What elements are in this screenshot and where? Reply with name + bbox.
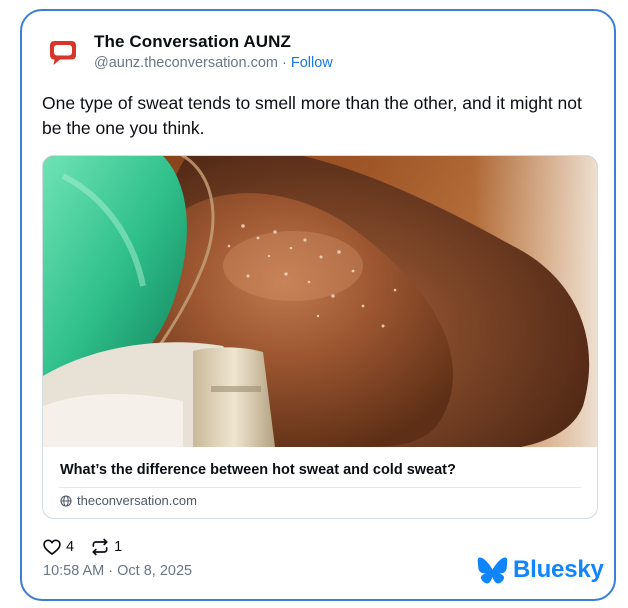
speech-bubble-logo-icon[interactable] bbox=[43, 33, 83, 73]
follow-link[interactable]: Follow bbox=[291, 55, 333, 71]
bluesky-brand-link[interactable]: Bluesky bbox=[477, 556, 604, 584]
repost-icon bbox=[92, 538, 108, 556]
repost-count: 1 bbox=[114, 539, 123, 555]
globe-icon bbox=[60, 494, 72, 507]
link-preview-domain-row: theconversation.com bbox=[60, 493, 197, 508]
heart-icon bbox=[43, 539, 61, 555]
handle-separator: · bbox=[277, 55, 291, 71]
author-handle[interactable]: @aunz.theconversation.com bbox=[94, 55, 278, 71]
like-count: 4 bbox=[66, 539, 75, 555]
link-preview-image bbox=[43, 156, 597, 447]
post-embed-card: The Conversation AUNZ @aunz.theconversat… bbox=[20, 9, 616, 601]
link-preview-card[interactable]: What’s the difference between hot sweat … bbox=[42, 155, 598, 519]
post-timestamp[interactable]: 10:58 AM · Oct 8, 2025 bbox=[43, 563, 192, 579]
link-preview-title[interactable]: What’s the difference between hot sweat … bbox=[60, 462, 456, 478]
link-preview-divider bbox=[59, 487, 581, 488]
author-handle-row: @aunz.theconversation.com · Follow bbox=[94, 54, 333, 72]
bluesky-wordmark: Bluesky bbox=[513, 556, 604, 583]
post-text: One type of sweat tends to smell more th… bbox=[42, 93, 582, 138]
author-display-name[interactable]: The Conversation AUNZ bbox=[94, 32, 333, 52]
repost-button[interactable]: 1 bbox=[90, 537, 122, 557]
post-header: The Conversation AUNZ @aunz.theconversat… bbox=[43, 32, 333, 73]
post-stats: 4 1 bbox=[42, 537, 122, 557]
author-names: The Conversation AUNZ @aunz.theconversat… bbox=[94, 32, 333, 72]
like-button[interactable]: 4 bbox=[42, 537, 74, 557]
butterfly-icon bbox=[477, 556, 508, 584]
link-preview-domain: theconversation.com bbox=[77, 493, 197, 508]
